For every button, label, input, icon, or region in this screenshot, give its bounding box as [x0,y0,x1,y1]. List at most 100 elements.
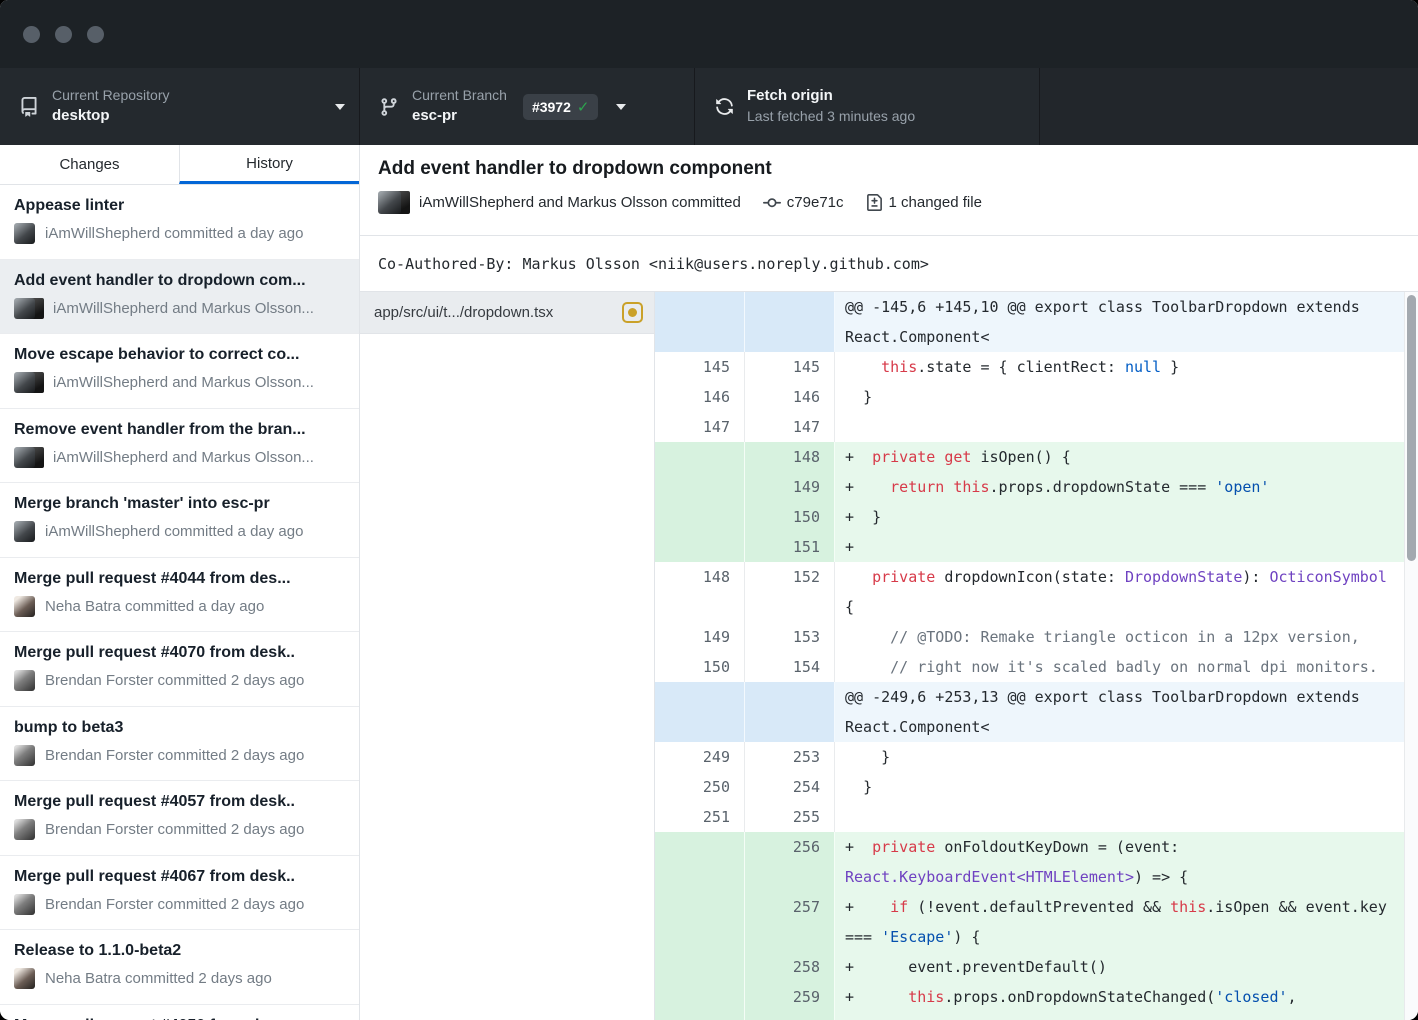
commit-meta: iAmWillShepherd committed a day ago [45,523,303,540]
old-line-number: 251 [655,802,745,832]
avatar [14,372,44,393]
new-line-number: 255 [745,802,835,832]
new-line-number: 148 [745,442,835,472]
file-diff-icon [866,194,883,211]
traffic-light-minimize[interactable] [55,26,72,43]
repository-picker-button[interactable]: Current Repository desktop [0,68,360,145]
old-line-number: 149 [655,622,745,652]
new-line-number: 145 [745,352,835,382]
diff-row: 150+ } [655,502,1404,532]
commit-list-item[interactable]: Merge pull request #4050 from d... [0,1005,359,1020]
avatar [14,670,36,691]
old-line-number [655,532,745,562]
toolbar: Current Repository desktop Current Branc… [0,68,1418,145]
avatar [14,521,36,542]
code-line: } [835,742,1404,772]
commit-title: Merge pull request #4057 from desk.. [14,793,345,811]
traffic-light-close[interactable] [23,26,40,43]
code-line: + if (!event.defaultPrevented && this.is… [835,892,1404,952]
commit-title: Release to 1.1.0-beta2 [14,942,345,960]
commit-list-item[interactable]: Merge pull request #4044 from des...Neha… [0,558,359,633]
commit-title: Move escape behavior to correct co... [14,346,345,364]
new-line-number: 254 [745,772,835,802]
tab-changes[interactable]: Changes [0,145,179,184]
code-line: + } [835,502,1404,532]
diff-row: 258+ event.preventDefault() [655,952,1404,982]
chevron-down-icon [616,104,626,110]
commit-message-body: Co-Authored-By: Markus Olsson <niik@user… [360,235,1418,292]
authors-line: iAmWillShepherd and Markus Olsson commit… [419,194,741,211]
repo-icon [18,96,40,118]
code-line: private dropdownIcon(state: DropdownStat… [835,562,1404,622]
commit-title: Merge pull request #4044 from des... [14,570,345,588]
branch-picker-button[interactable]: Current Branch esc-pr #3972 ✓ [360,68,695,145]
commit-meta: iAmWillShepherd committed a day ago [45,225,303,242]
commit-list-item[interactable]: Appease linteriAmWillShepherd committed … [0,185,359,260]
old-line-number [655,442,745,472]
commit-list-item[interactable]: Release to 1.1.0-beta2 Neha Batra committ… [0,930,359,1005]
diff-row: @@ -249,6 +253,13 @@ export class Toolba… [655,682,1404,742]
traffic-light-maximize[interactable] [87,26,104,43]
new-line-number: 152 [745,562,835,622]
diff-scrollbar-thumb[interactable] [1407,295,1416,561]
code-line [835,802,1404,832]
commit-list-item[interactable]: bump to beta3Brendan Forster committed 2… [0,707,359,782]
app-window: Current Repository desktop Current Branc… [0,0,1418,1020]
commit-list-item[interactable]: Merge pull request #4057 from desk..Bren… [0,781,359,856]
commit-title: Merge branch 'master' into esc-pr [14,495,345,513]
commit-sha-group: c79e71c [763,194,844,212]
commit-detail-header: Add event handler to dropdown component … [360,145,1418,235]
new-line-number: 259 [745,982,835,1020]
fetch-title: Fetch origin [747,87,915,106]
diff-row: 151+ [655,532,1404,562]
diff-row: 249253 } [655,742,1404,772]
window-titlebar [0,0,1418,68]
commit-meta: iAmWillShepherd and Markus Olsson... [53,374,314,391]
commit-meta: iAmWillShepherd and Markus Olsson... [53,449,314,466]
code-line [835,412,1404,442]
commit-title: Merge pull request #4067 from desk.. [14,868,345,886]
pr-number-badge: #3972 ✓ [523,94,599,120]
diff-row: 148+ private get isOpen() { [655,442,1404,472]
new-line-number: 150 [745,502,835,532]
old-line-number: 249 [655,742,745,772]
check-icon: ✓ [577,98,590,116]
diff-row: 146146 } [655,382,1404,412]
old-line-number: 146 [655,382,745,412]
avatar [14,447,44,468]
commit-list-item[interactable]: Remove event handler from the bran...iAm… [0,409,359,484]
commit-list-item[interactable]: Merge pull request #4070 from desk..Bren… [0,632,359,707]
code-line: // right now it's scaled badly on normal… [835,652,1404,682]
diff-view: @@ -145,6 +145,10 @@ export class Toolba… [655,292,1418,1020]
old-line-number: 148 [655,562,745,622]
author-avatars [378,191,410,214]
main-panel: Add event handler to dropdown component … [360,145,1418,1020]
branch-icon [378,96,400,118]
git-commit-icon [763,194,781,212]
commit-meta: iAmWillShepherd and Markus Olsson... [53,300,314,317]
old-line-number [655,472,745,502]
branch-name: esc-pr [412,107,507,126]
code-line: } [835,772,1404,802]
commit-meta: Neha Batra committed 2 days ago [45,970,272,987]
sync-icon [713,96,735,118]
old-line-number [655,952,745,982]
diff-row: 256+ private onFoldoutKeyDown = (event: … [655,832,1404,892]
old-line-number [655,892,745,952]
code-line: this.state = { clientRect: null } [835,352,1404,382]
new-line-number: 257 [745,892,835,952]
diff-row: 150154 // right now it's scaled badly on… [655,652,1404,682]
tab-history[interactable]: History [179,145,359,184]
commit-list-item[interactable]: Add event handler to dropdown com...iAmW… [0,260,359,335]
file-row[interactable]: app/src/ui/t.../dropdown.tsx [360,292,654,334]
code-line: + private get isOpen() { [835,442,1404,472]
old-line-number [655,502,745,532]
commit-list-item[interactable]: Move escape behavior to correct co... iAm… [0,334,359,409]
old-line-number: 147 [655,412,745,442]
commit-meta: Brendan Forster committed 2 days ago [45,747,304,764]
changed-files-group: 1 changed file [866,194,982,211]
avatar [14,596,36,617]
commit-list-item[interactable]: Merge branch 'master' into esc-pr iAmWill… [0,483,359,558]
fetch-origin-button[interactable]: Fetch origin Last fetched 3 minutes ago [695,68,1040,145]
commit-list-item[interactable]: Merge pull request #4067 from desk..Bren… [0,856,359,931]
